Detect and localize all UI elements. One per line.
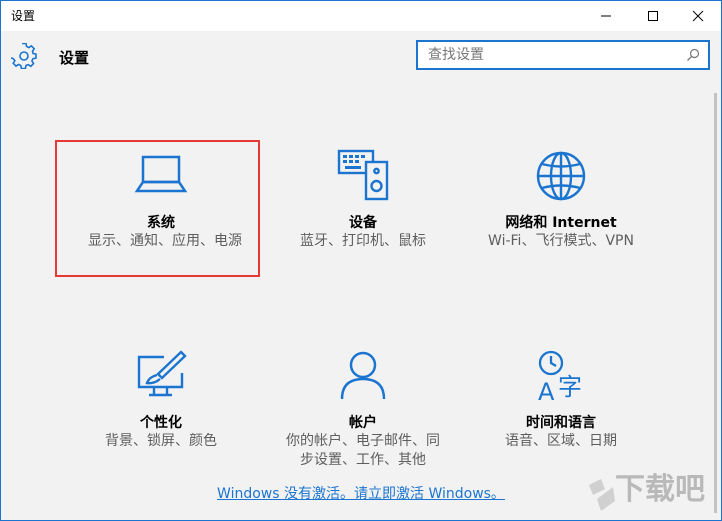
tile-system-title: 系统 — [147, 215, 175, 231]
tile-accounts-desc: 你的帐户、电子邮件、同步设置、工作、其他 — [286, 433, 440, 468]
tile-devices-desc: 蓝牙、打印机、鼠标 — [300, 233, 426, 249]
settings-window: 设置 设置 查找设置 系统 显示、通知、应用、电源 设备 蓝牙、打印机、鼠标 网… — [0, 0, 722, 521]
close-button[interactable] — [675, 1, 721, 31]
tile-accounts[interactable]: 帐户 你的帐户、电子邮件、同步设置、工作、其他 — [263, 349, 463, 479]
settings-header: 设置 — [1, 31, 721, 81]
gear-icon — [11, 43, 37, 69]
search-input[interactable] — [418, 43, 678, 67]
character-glyph: 字 — [558, 373, 582, 401]
tile-personalization-title: 个性化 — [140, 415, 182, 431]
tile-system-desc: 显示、通知、应用、电源 — [88, 233, 242, 249]
title-bar[interactable]: 设置 — [1, 1, 721, 31]
tile-personalization-desc: 背景、锁屏、颜色 — [105, 433, 217, 449]
tile-time-language[interactable]: A 字 时间和语言 语音、区域、日期 — [461, 349, 661, 479]
globe-icon — [536, 151, 586, 201]
minimize-icon — [601, 15, 611, 17]
tile-devices-title: 设备 — [349, 215, 377, 231]
tile-time-language-title: 时间和语言 — [526, 415, 596, 431]
minimize-button[interactable] — [583, 1, 629, 31]
keyboard-speaker-icon — [337, 149, 389, 201]
maximize-button[interactable] — [630, 1, 676, 31]
scrollbar[interactable] — [714, 93, 717, 513]
close-icon — [692, 10, 704, 22]
tile-network-title: 网络和 Internet — [505, 215, 617, 231]
page-title: 设置 — [59, 49, 90, 67]
clock-language-icon: A 字 — [538, 350, 582, 403]
letter-a-glyph: A — [538, 378, 555, 403]
tile-system[interactable]: 系统 显示、通知、应用、电源 — [61, 149, 261, 279]
tile-accounts-title: 帐户 — [349, 415, 377, 431]
person-icon — [340, 351, 386, 400]
tile-personalization[interactable]: 个性化 背景、锁屏、颜色 — [61, 349, 261, 479]
tile-network[interactable]: 网络和 Internet Wi-Fi、飞行模式、VPN — [461, 149, 661, 279]
search-icon[interactable] — [686, 48, 700, 62]
activation-link[interactable]: Windows 没有激活。请立即激活 Windows。 — [1, 483, 721, 503]
maximize-icon — [648, 11, 658, 21]
window-title: 设置 — [11, 9, 36, 23]
monitor-brush-icon — [137, 350, 187, 397]
tile-time-language-desc: 语音、区域、日期 — [505, 433, 617, 449]
search-box[interactable] — [416, 40, 710, 70]
laptop-icon — [134, 155, 188, 193]
tile-network-desc: Wi-Fi、飞行模式、VPN — [488, 233, 634, 249]
tile-devices[interactable]: 设备 蓝牙、打印机、鼠标 — [263, 149, 463, 279]
